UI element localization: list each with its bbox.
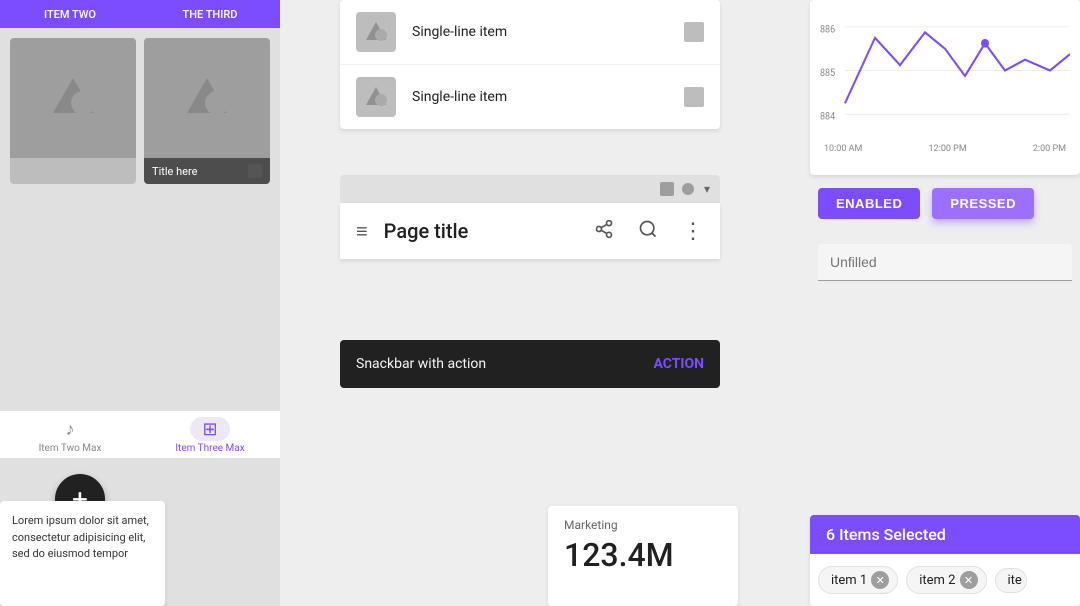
top-bar: ITEM TWO THE THIRD [0, 0, 280, 28]
lorem-text: Lorem ipsum dolor sit amet, consectetur … [12, 513, 153, 563]
card-checkbox[interactable] [248, 164, 262, 178]
chrome-btn-1 [660, 182, 674, 196]
list-item-2: Single-line item [340, 65, 720, 129]
media-card-2-image [144, 38, 270, 158]
snackbar-text: Snackbar with action [356, 356, 486, 372]
media-card-2: Title here [144, 38, 270, 184]
input-row [810, 244, 1080, 281]
list-avatar-2 [356, 77, 396, 117]
appbar-title: Page title [384, 219, 570, 243]
list-item-2-text: Single-line item [412, 89, 668, 105]
media-card-1 [10, 38, 136, 184]
appbar-chrome: ▾ [340, 175, 720, 203]
chip-2[interactable]: item 2 ✕ [906, 566, 986, 594]
lorem-card: Lorem ipsum dolor sit amet, consectetur … [0, 501, 165, 606]
chart-card: 886 885 884 10:00 AM 12:00 PM 2:00 PM [810, 0, 1080, 175]
list-card: Single-line item Single-line item [340, 0, 720, 129]
chip-1[interactable]: item 1 ✕ [818, 566, 898, 594]
top-bar-item-two[interactable]: ITEM TWO [0, 4, 140, 25]
items-selected-header: 6 Items Selected [810, 515, 1080, 554]
grid-icon: ⊞ [190, 417, 230, 441]
chart-svg: 886 885 884 [820, 16, 1070, 136]
buttons-row: ENABLED PRESSED [810, 188, 1080, 219]
nav-tab-music[interactable]: ♪ Item Two Max [0, 417, 140, 454]
chips-row: item 1 ✕ item 2 ✕ ite [810, 554, 1080, 606]
enabled-button[interactable]: ENABLED [818, 188, 920, 219]
snackbar: Snackbar with action ACTION [340, 340, 720, 388]
nav-tab-grid[interactable]: ⊞ Item Three Max [140, 417, 280, 454]
svg-text:886: 886 [820, 24, 835, 35]
marketing-label: Marketing [564, 518, 722, 532]
nav-tab-music-label: Item Two Max [39, 443, 102, 454]
items-selected-card: 6 Items Selected item 1 ✕ item 2 ✕ ite [810, 515, 1080, 606]
list-avatar-1 [356, 12, 396, 52]
chrome-circle [682, 183, 694, 195]
pressed-button[interactable]: PRESSED [932, 188, 1034, 219]
chart-label-1: 10:00 AM [824, 144, 862, 154]
marketing-value: 123.4M [564, 536, 722, 574]
chip-3-label: ite [1008, 573, 1022, 588]
chip-3[interactable]: ite [995, 568, 1027, 593]
more-icon[interactable]: ⋮ [682, 219, 704, 244]
left-panel: ITEM TWO THE THIRD Title here [0, 0, 280, 606]
media-cards-row: Title here [0, 28, 280, 194]
list-action-1[interactable] [684, 22, 704, 42]
top-bar-item-three[interactable]: THE THIRD [140, 4, 280, 25]
chip-2-close[interactable]: ✕ [960, 571, 978, 589]
svg-text:885: 885 [820, 68, 835, 79]
share-icon[interactable] [594, 219, 614, 244]
chart-label-3: 2:00 PM [1033, 144, 1066, 154]
svg-text:884: 884 [820, 111, 836, 122]
media-card-1-image [10, 38, 136, 158]
bottom-nav-tabs: ♪ Item Two Max ⊞ Item Three Max [0, 410, 280, 458]
right-panel: 886 885 884 10:00 AM 12:00 PM 2:00 PM EN… [810, 0, 1080, 606]
list-item-1: Single-line item [340, 0, 720, 65]
chip-1-label: item 1 [831, 573, 867, 588]
chart-x-labels: 10:00 AM 12:00 PM 2:00 PM [820, 144, 1070, 154]
nav-tab-grid-label: Item Three Max [175, 443, 244, 454]
marketing-card: Marketing 123.4M [548, 506, 738, 606]
chip-1-close[interactable]: ✕ [871, 571, 889, 589]
appbar: ≡ Page title ⋮ [340, 203, 720, 259]
snackbar-action[interactable]: ACTION [653, 356, 704, 372]
unfilled-input[interactable] [818, 244, 1072, 281]
media-card-2-title: Title here [152, 165, 197, 178]
chip-2-label: item 2 [919, 573, 955, 588]
media-card-2-footer: Title here [144, 158, 270, 184]
menu-icon[interactable]: ≡ [356, 219, 368, 244]
list-item-1-text: Single-line item [412, 24, 668, 40]
list-action-2[interactable] [684, 87, 704, 107]
chrome-dropdown-icon: ▾ [704, 182, 710, 196]
chart-label-2: 12:00 PM [929, 144, 967, 154]
search-icon[interactable] [638, 219, 658, 244]
music-icon: ♪ [58, 417, 82, 441]
appbar-wrapper: ▾ ≡ Page title ⋮ [340, 175, 720, 259]
